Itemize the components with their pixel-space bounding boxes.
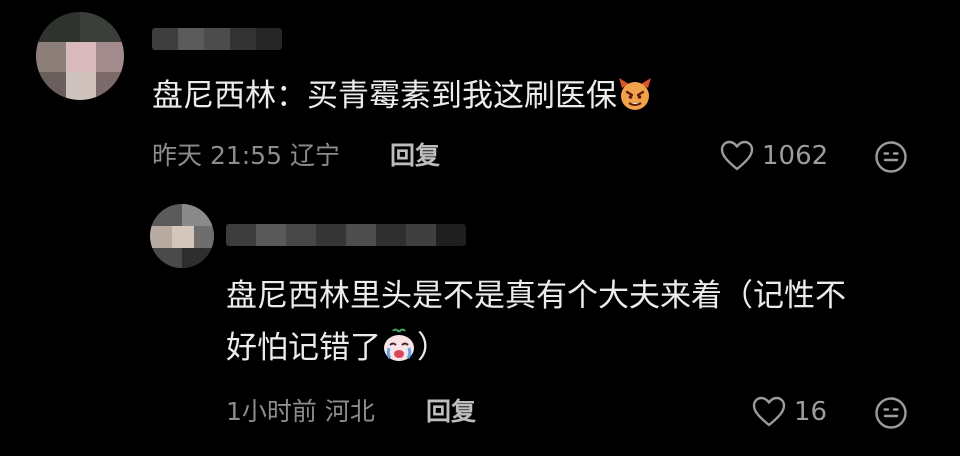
heart-outline-icon bbox=[720, 140, 754, 171]
comment-text-line2: 好怕记错了 bbox=[226, 330, 381, 366]
comment-meta: 1小时前 河北 bbox=[226, 396, 375, 428]
comment-text-content: 盘尼西林：买青霉素到我这刷医保 bbox=[152, 78, 617, 114]
reply-button[interactable]: 回复 bbox=[390, 140, 440, 172]
like-button[interactable]: 16 bbox=[752, 396, 827, 428]
like-count: 16 bbox=[794, 397, 828, 427]
smiley-face-icon[interactable] bbox=[874, 396, 908, 430]
username-blurred[interactable] bbox=[226, 224, 466, 246]
timestamp: 昨天 21:55 bbox=[152, 141, 282, 170]
comment-item: 盘尼西林：买青霉素到我这刷医保 昨天 21:55 辽宁 回复 1062 bbox=[0, 0, 960, 200]
location: 辽宁 bbox=[289, 141, 340, 170]
heart-outline-icon bbox=[752, 396, 786, 427]
smiley-face-icon[interactable] bbox=[874, 140, 908, 174]
comment-text: 盘尼西林：买青霉素到我这刷医保 bbox=[152, 72, 653, 120]
reply-button[interactable]: 回复 bbox=[426, 396, 476, 428]
timestamp: 1小时前 bbox=[226, 397, 317, 426]
location: 河北 bbox=[324, 397, 375, 426]
reply-comment-item: 盘尼西林里头是不是真有个大夫来着（记性不 好怕记错了 ） 1小时前 河北 回复 … bbox=[0, 200, 960, 456]
comment-text: 好怕记错了 ） bbox=[226, 324, 448, 372]
comment-text-line1: 盘尼西林里头是不是真有个大夫来着（记性不 bbox=[226, 278, 846, 314]
like-count: 1062 bbox=[762, 141, 829, 171]
crying-emoji bbox=[384, 328, 414, 361]
avatar[interactable] bbox=[36, 12, 124, 100]
comment-text: 盘尼西林里头是不是真有个大夫来着（记性不 bbox=[226, 272, 846, 320]
devil-emoji bbox=[619, 78, 651, 110]
comment-meta: 昨天 21:55 辽宁 bbox=[152, 140, 340, 172]
username-blurred[interactable] bbox=[152, 28, 282, 50]
like-button[interactable]: 1062 bbox=[720, 140, 828, 172]
comment-text-close-paren: ） bbox=[417, 330, 448, 366]
avatar[interactable] bbox=[150, 204, 214, 268]
